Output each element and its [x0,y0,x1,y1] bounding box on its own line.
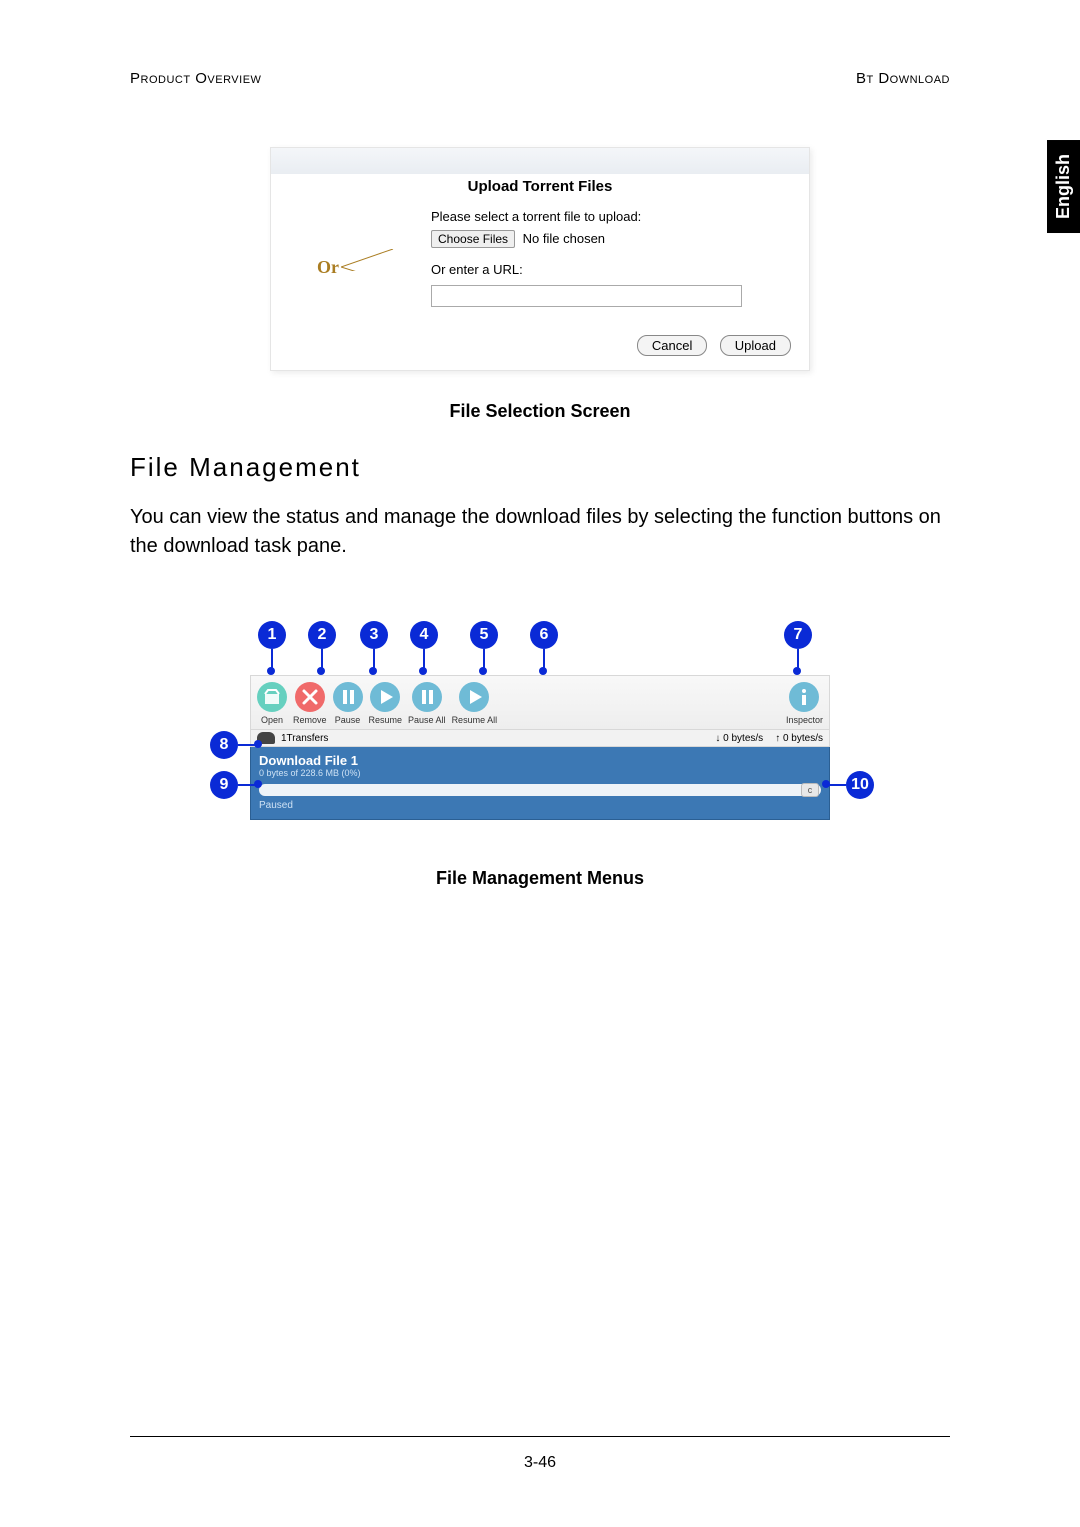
upload-button[interactable]: Upload [720,335,791,356]
resume-icon [370,682,400,712]
callout-9: 9 [210,771,238,799]
download-title: Download File 1 [259,753,821,768]
callout-5: 5 [470,621,498,649]
progress-resume-button[interactable]: c [801,783,819,797]
download-status: Paused [259,800,821,811]
download-row[interactable]: Download File 1 0 bytes of 228.6 MB (0%)… [250,747,830,820]
tool-remove[interactable]: Remove [293,682,327,725]
tool-pauseall-label: Pause All [408,715,446,725]
callout-7: 7 [784,621,812,649]
figure-caption-1: File Selection Screen [130,401,950,422]
tool-pause[interactable]: Pause [333,682,363,725]
transfers-count: 1Transfers [281,733,328,744]
no-file-text: No file chosen [523,231,605,246]
tool-remove-label: Remove [293,715,327,725]
open-icon [257,682,287,712]
progress-bar: c [259,784,821,796]
callout-6: 6 [530,621,558,649]
tool-resume[interactable]: Resume [369,682,403,725]
tool-resume-label: Resume [369,715,403,725]
tool-inspector[interactable]: Inspector [786,682,823,725]
pause-icon [333,682,363,712]
header-left: Product Overview [130,70,261,87]
upload-speed: ↑ 0 bytes/s [775,733,823,744]
file-management-figure: 1 2 3 4 5 6 7 Open Remove [230,621,850,828]
remove-icon [295,682,325,712]
callout-2: 2 [308,621,336,649]
toolbar: Open Remove Pause Resume Pause All Resum… [250,675,830,730]
tool-resumeall-label: Resume All [452,715,498,725]
dialog-heading: Upload Torrent Files [271,174,809,209]
tool-open-label: Open [261,715,283,725]
language-tab: English [1047,140,1080,233]
info-icon [789,682,819,712]
download-speed: ↓ 0 bytes/s [715,733,763,744]
section-title: File Management [130,452,950,483]
or-annotation: Or [317,257,339,278]
callout-4: 4 [410,621,438,649]
status-bar: 1Transfers ↓ 0 bytes/s ↑ 0 bytes/s [250,730,830,747]
prompt-text: Please select a torrent file to upload: [431,209,769,224]
footer-rule [130,1436,950,1437]
url-input[interactable] [431,285,742,307]
callout-10: 10 [846,771,874,799]
pause-all-icon [412,682,442,712]
figure-caption-2: File Management Menus [130,868,950,889]
tool-open[interactable]: Open [257,682,287,725]
tool-pause-all[interactable]: Pause All [408,682,446,725]
annotation-line [341,249,431,271]
body-paragraph: You can view the status and manage the d… [130,503,950,561]
tool-pause-label: Pause [335,715,361,725]
callout-1: 1 [258,621,286,649]
choose-files-button[interactable]: Choose Files [431,230,515,248]
header-right: Bt Download [856,70,950,87]
download-subtext: 0 bytes of 228.6 MB (0%) [259,768,821,778]
callout-3: 3 [360,621,388,649]
resume-all-icon [459,682,489,712]
dialog-titlebar [271,148,809,174]
callout-8: 8 [210,731,238,759]
url-label: Or enter a URL: [431,262,769,277]
page-number: 3-46 [0,1454,1080,1472]
upload-dialog-figure: Upload Torrent Files Or Please select a … [270,147,810,371]
tool-inspector-label: Inspector [786,715,823,725]
tool-resume-all[interactable]: Resume All [452,682,498,725]
cancel-button[interactable]: Cancel [637,335,707,356]
